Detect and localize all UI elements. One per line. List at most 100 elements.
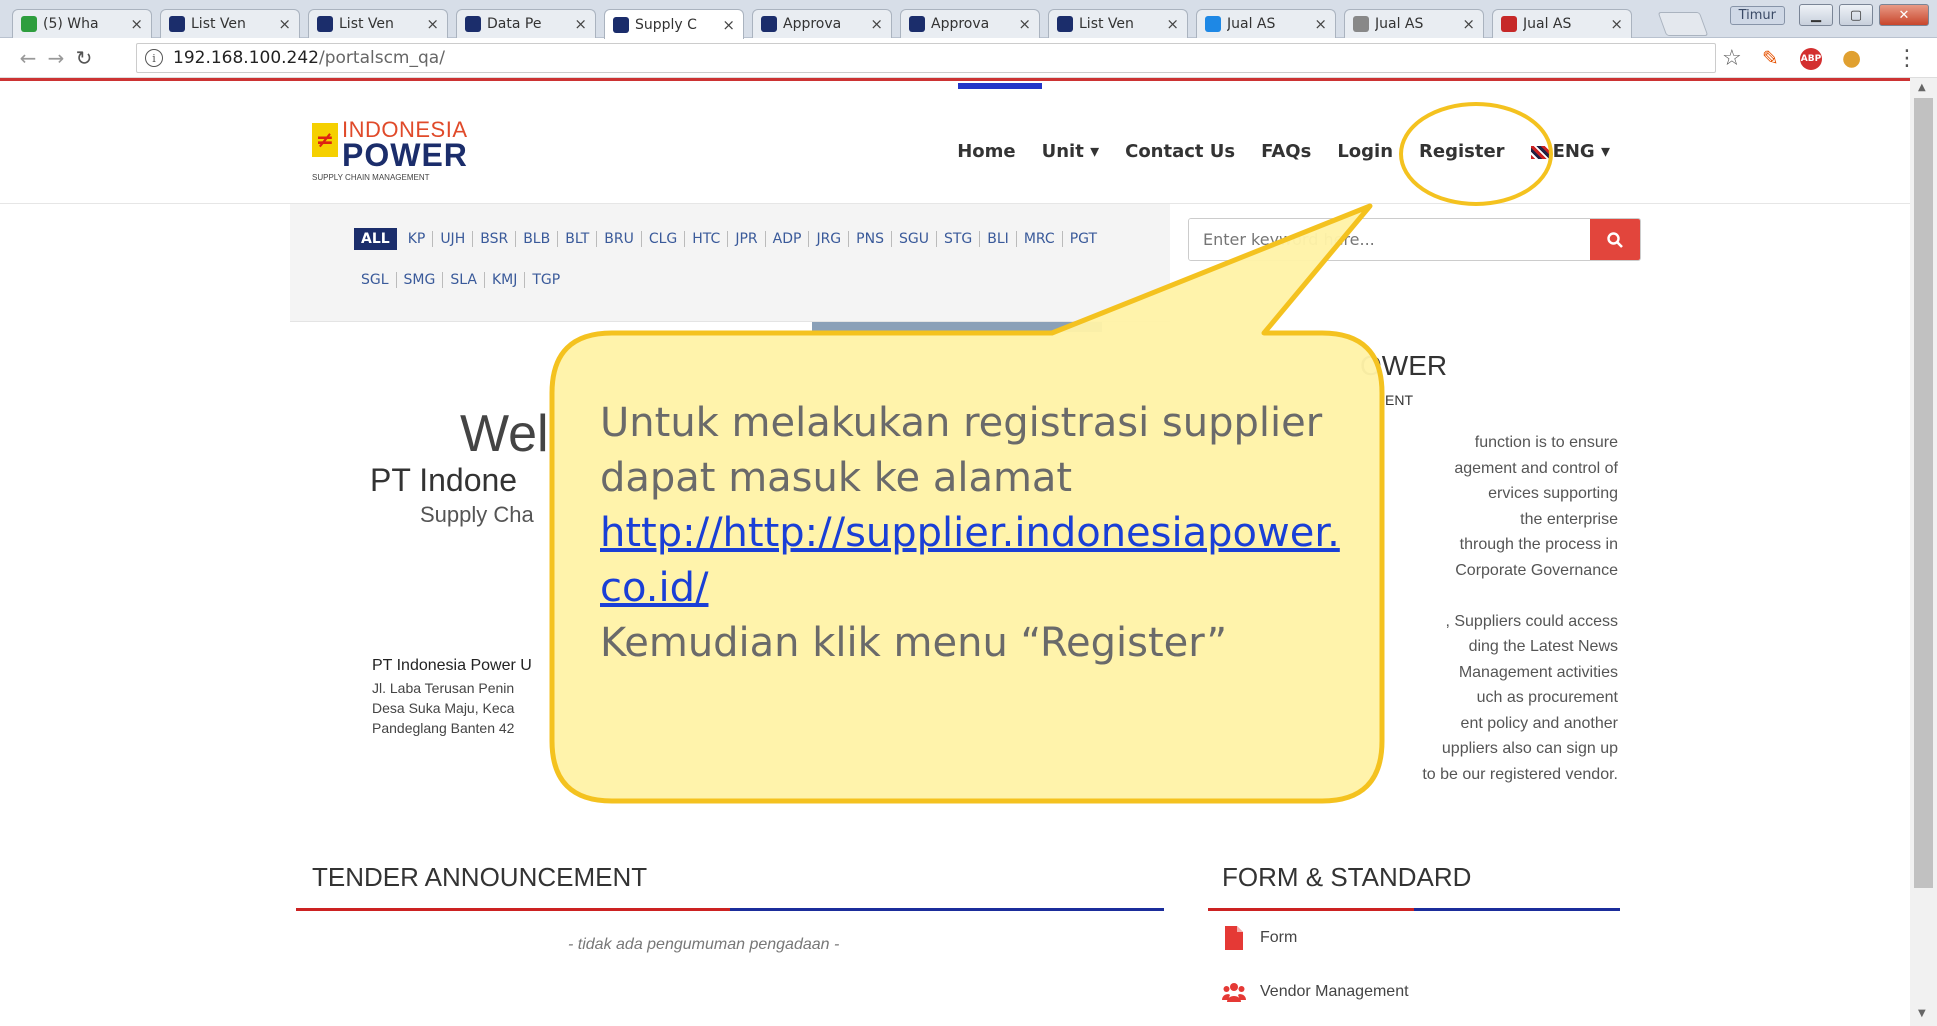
callout-line: dapat masuk ke alamat — [600, 455, 1073, 501]
maximize-button[interactable]: ▢ — [1839, 4, 1873, 26]
unit-filter-adp[interactable]: ADP — [766, 231, 810, 247]
profile-badge[interactable]: Timur — [1729, 5, 1785, 25]
info-icon[interactable]: i — [145, 49, 163, 67]
browser-tab[interactable]: List Ven × — [1048, 9, 1188, 38]
close-window-button[interactable]: ✕ — [1879, 4, 1929, 26]
unit-filter-all[interactable]: ALL — [354, 228, 397, 250]
nav-register[interactable]: Register — [1419, 141, 1505, 162]
lightning-logo-icon: ≠ — [312, 123, 338, 157]
unit-filter-sla[interactable]: SLA — [443, 272, 485, 288]
unit-filter-jrg[interactable]: JRG — [809, 231, 850, 247]
menu-kebab-icon[interactable]: ⋮ — [1896, 46, 1918, 71]
form-link[interactable]: Form — [1222, 926, 1297, 950]
forward-arrow-icon[interactable]: → — [42, 44, 70, 72]
browser-tab-label: Supply C — [635, 16, 697, 33]
unit-filter-bsr[interactable]: BSR — [473, 231, 517, 247]
unit-filter-sgl[interactable]: SGL — [354, 272, 397, 288]
unit-filter-smg[interactable]: SMG — [397, 272, 444, 288]
eyedropper-extension-icon[interactable]: ✎ — [1762, 46, 1779, 70]
unit-filter-mrc[interactable]: MRC — [1017, 231, 1063, 247]
adblock-extension-icon[interactable]: ABP — [1800, 48, 1822, 70]
url-path: /portalscm_qa/ — [319, 48, 445, 68]
supplier-register-link[interactable]: http://http://supplier.indonesiapower. — [600, 510, 1340, 556]
nav-language-dropdown[interactable]: ENG ▾ — [1530, 141, 1610, 162]
browser-tab[interactable]: Data Pe × — [456, 9, 596, 38]
browser-tab[interactable]: Supply C × — [604, 9, 744, 39]
reload-icon[interactable]: ↻ — [70, 44, 98, 72]
page-scrollbar[interactable]: ▲ ▼ — [1910, 78, 1937, 1026]
unit-filter-ujh[interactable]: UJH — [433, 231, 474, 247]
unit-filter-kmj[interactable]: KMJ — [485, 272, 526, 288]
browser-tab[interactable]: Jual AS × — [1344, 9, 1484, 38]
nav-unit-dropdown[interactable]: Unit ▾ — [1042, 141, 1100, 162]
scroll-down-arrow-icon[interactable]: ▼ — [1918, 1008, 1926, 1019]
close-tab-icon[interactable]: × — [1462, 15, 1475, 33]
unit-filter-bru[interactable]: BRU — [597, 231, 642, 247]
vendor-management-label: Vendor Management — [1260, 983, 1409, 1000]
logo-text-main: POWER — [342, 137, 468, 173]
nav-faqs[interactable]: FAQs — [1261, 141, 1311, 162]
nav-home[interactable]: Home — [957, 141, 1015, 162]
unit-filter-pns[interactable]: PNS — [849, 231, 892, 247]
vendor-management-link[interactable]: Vendor Management — [1222, 980, 1409, 1004]
browser-tab-label: Approva — [931, 16, 990, 32]
unit-filter-jpr[interactable]: JPR — [728, 231, 766, 247]
browser-tab-label: Jual AS — [1375, 16, 1424, 32]
scroll-up-arrow-icon[interactable]: ▲ — [1918, 82, 1926, 93]
close-tab-icon[interactable]: × — [426, 15, 439, 33]
unit-filter-htc[interactable]: HTC — [685, 231, 729, 247]
unit-filter-bli[interactable]: BLI — [980, 231, 1017, 247]
close-tab-icon[interactable]: × — [722, 16, 735, 34]
close-tab-icon[interactable]: × — [1018, 15, 1031, 33]
about-line: uch as procurement — [1476, 689, 1618, 706]
browser-tab[interactable]: Approva × — [752, 9, 892, 38]
nav-login[interactable]: Login — [1337, 141, 1393, 162]
unit-filter-kp[interactable]: KP — [401, 231, 434, 247]
back-arrow-icon[interactable]: ← — [14, 44, 42, 72]
close-tab-icon[interactable]: × — [130, 15, 143, 33]
unit-row-2: SGL SMG SLA KMJ TGP — [354, 272, 1170, 288]
unit-filter-stg[interactable]: STG — [937, 231, 981, 247]
close-tab-icon[interactable]: × — [574, 15, 587, 33]
nav-active-indicator — [958, 83, 1042, 89]
url-host: 192.168.100.242 — [173, 48, 320, 68]
unit-filter-pgt[interactable]: PGT — [1063, 231, 1104, 247]
browser-tab-label: Data Pe — [487, 16, 542, 32]
cookie-extension-icon[interactable]: ● — [1842, 46, 1861, 71]
browser-tab[interactable]: Jual AS × — [1492, 9, 1632, 38]
browser-tab[interactable]: (5) Wha × — [12, 9, 152, 38]
supplier-register-link-cont[interactable]: co.id/ — [600, 565, 708, 611]
unit-filter-sgu[interactable]: SGU — [892, 231, 937, 247]
nav-contact-us[interactable]: Contact Us — [1125, 141, 1235, 162]
scrollbar-thumb[interactable] — [1914, 98, 1933, 888]
unit-filter-clg[interactable]: CLG — [642, 231, 686, 247]
search-input[interactable] — [1189, 219, 1590, 260]
about-line: uppliers also can sign up — [1441, 740, 1618, 757]
browser-tab-label: List Ven — [339, 16, 394, 32]
close-tab-icon[interactable]: × — [870, 15, 883, 33]
search-button[interactable] — [1590, 219, 1640, 260]
close-tab-icon[interactable]: × — [1314, 15, 1327, 33]
hero-company-name: PT Indone — [370, 462, 518, 498]
browser-tab[interactable]: List Ven × — [160, 9, 300, 38]
shop-icon — [1501, 16, 1517, 32]
bookmark-star-icon[interactable]: ☆ — [1722, 46, 1742, 71]
form-standard-divider — [1208, 908, 1620, 911]
browser-tab[interactable]: Jual AS × — [1196, 9, 1336, 38]
unit-filter-blb[interactable]: BLB — [516, 231, 559, 247]
whatsapp-icon — [21, 16, 37, 32]
close-tab-icon[interactable]: × — [278, 15, 291, 33]
new-tab-button[interactable] — [1657, 12, 1709, 36]
close-tab-icon[interactable]: × — [1610, 15, 1623, 33]
unit-filter-blt[interactable]: BLT — [558, 231, 598, 247]
browser-tab[interactable]: List Ven × — [308, 9, 448, 38]
browser-tab-label: (5) Wha — [43, 16, 99, 32]
company-logo[interactable]: ≠ INDONESIA POWER SUPPLY CHAIN MANAGEMEN… — [312, 117, 482, 185]
close-tab-icon[interactable]: × — [1166, 15, 1179, 33]
unit-filter-tgp[interactable]: TGP — [525, 272, 567, 288]
page-icon — [1057, 16, 1073, 32]
dot-icon — [1353, 16, 1369, 32]
minimize-button[interactable]: ▁ — [1799, 4, 1833, 26]
browser-tab[interactable]: Approva × — [900, 9, 1040, 38]
address-bar[interactable]: i 192.168.100.242/portalscm_qa/ — [136, 43, 1716, 73]
